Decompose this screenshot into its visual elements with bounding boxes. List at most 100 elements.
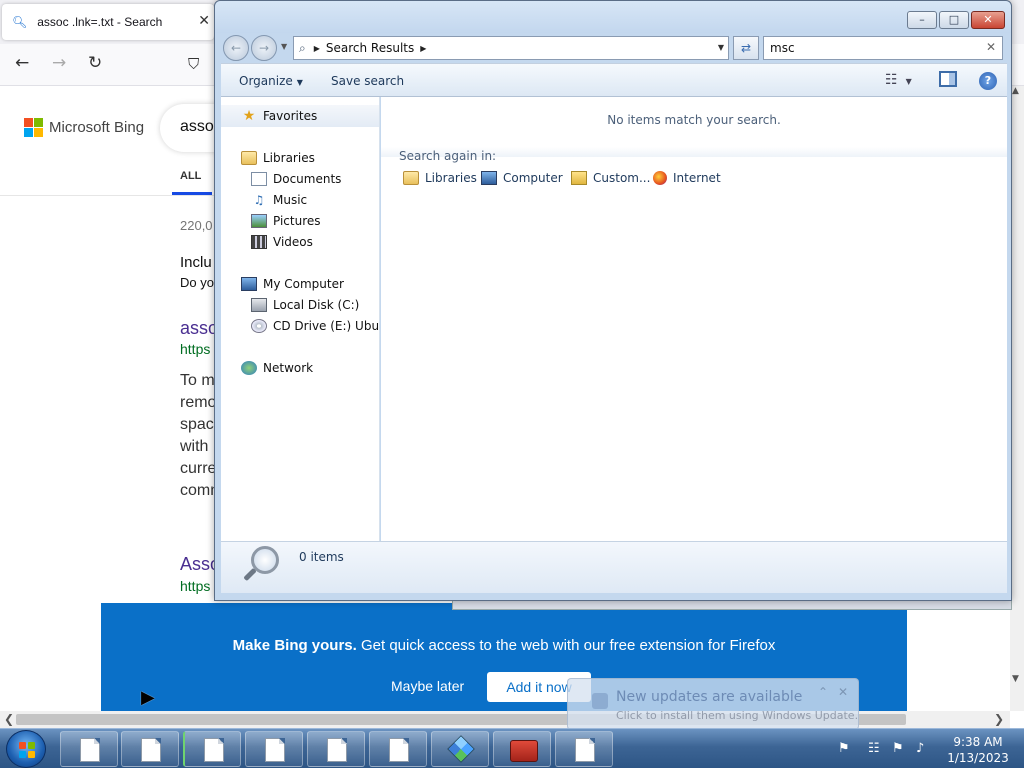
nav-pictures[interactable]: Pictures (251, 214, 321, 228)
recent-pages-dropdown-icon[interactable]: ▼ (281, 42, 287, 51)
title-bar[interactable]: – □ ✕ (215, 1, 1011, 33)
minimize-button[interactable]: – (907, 11, 937, 29)
nav-label: Music (273, 193, 308, 207)
scroll-down-icon[interactable]: ▼ (1012, 674, 1019, 684)
music-note-icon: ♫ (253, 193, 265, 207)
registry-editor-icon (447, 735, 475, 763)
help-icon[interactable]: ? (979, 72, 997, 90)
search-again-label: Search again in: (399, 149, 497, 163)
brand-name: Microsoft Bing (49, 119, 145, 136)
close-button[interactable]: ✕ (971, 11, 1005, 29)
notification-subtitle: Click to install them using Windows Upda… (616, 709, 859, 722)
banner-bold: Make Bing yours. (232, 637, 357, 654)
action-center-icon[interactable]: ⚑ (892, 741, 904, 756)
nav-label: Videos (273, 235, 313, 249)
clock-time: 9:38 AM (953, 735, 1003, 749)
forward-button[interactable]: → (251, 35, 277, 61)
update-notification[interactable]: New updates are available Click to insta… (567, 678, 859, 730)
nav-videos[interactable]: Videos (251, 235, 313, 249)
maybe-later-button[interactable]: Maybe later (391, 678, 464, 694)
result-2-url[interactable]: https (180, 578, 210, 594)
reload-icon[interactable]: ↻ (88, 53, 102, 73)
explorer-search-input[interactable]: msc ✕ (763, 36, 1003, 60)
nav-network[interactable]: Network (241, 361, 313, 375)
chevron-right-icon[interactable]: ▶ (420, 44, 426, 53)
organize-button[interactable]: Organize ▼ (239, 74, 303, 88)
toolbox-icon (510, 740, 538, 762)
library-icon (241, 151, 257, 165)
nav-documents[interactable]: Documents (251, 172, 341, 186)
command-bar: Organize ▼ Save search ☷ ▼ ? (221, 63, 1007, 97)
nav-local-disk[interactable]: Local Disk (C:) (251, 298, 359, 312)
no-items-message: No items match your search. (607, 113, 781, 127)
taskbar-item-2[interactable] (121, 731, 179, 767)
close-icon[interactable]: ✕ (838, 685, 848, 699)
document-icon (265, 738, 285, 762)
taskbar-item-6[interactable] (369, 731, 427, 767)
clear-search-icon[interactable]: ✕ (986, 40, 996, 54)
save-search-button[interactable]: Save search (331, 74, 404, 88)
nav-label: Network (263, 361, 314, 375)
nav-cd-drive[interactable]: CD Drive (E:) Ubuntu (251, 319, 380, 333)
windows-update-tray-icon[interactable]: ⚑ (838, 741, 850, 756)
vertical-scrollbar[interactable]: ▲ ▼ (1010, 86, 1024, 711)
document-icon (204, 738, 224, 762)
taskbar-item-toolbox[interactable] (493, 731, 551, 767)
back-button[interactable]: ← (223, 35, 249, 61)
document-icon (327, 738, 347, 762)
nav-label: Documents (273, 172, 342, 186)
result-1-url[interactable]: https (180, 341, 210, 357)
maximize-button[interactable]: □ (939, 11, 969, 29)
change-view-button[interactable]: ☷ ▼ (885, 72, 912, 88)
search-again-libraries[interactable]: Libraries (403, 171, 477, 185)
bing-logo[interactable]: Microsoft Bing (24, 118, 144, 137)
taskbar-item-1[interactable] (60, 731, 118, 767)
start-button[interactable] (6, 730, 46, 768)
nav-music[interactable]: ♫ Music (251, 193, 308, 207)
refresh-button[interactable]: ⇄ (733, 36, 759, 60)
taskbar-item-9[interactable] (555, 731, 613, 767)
search-again-custom[interactable]: Custom... (571, 171, 650, 185)
forward-arrow-icon[interactable]: → (52, 53, 66, 73)
notification-title: New updates are available (616, 689, 803, 705)
volume-icon[interactable]: ♪ (916, 741, 924, 756)
address-bar[interactable]: ⌕ ▶ Search Results ▶ ▼ (293, 36, 729, 60)
banner-text: Make Bing yours. Get quick access to the… (101, 637, 907, 654)
scroll-left-icon[interactable]: ❮ (4, 712, 14, 726)
taskbar-item-4[interactable] (245, 731, 303, 767)
search-again-internet[interactable]: Internet (653, 171, 721, 185)
back-arrow-icon[interactable]: ← (15, 53, 29, 73)
windows-update-icon (592, 693, 608, 709)
nav-label: Pictures (273, 214, 321, 228)
search-icon: 🔍︎ (12, 15, 28, 29)
scroll-right-icon[interactable]: ❯ (994, 712, 1004, 726)
items-count: 0 items (299, 550, 344, 564)
chevron-down-icon: ▼ (905, 77, 912, 86)
clock[interactable]: 9:38 AM 1/13/2023 (936, 734, 1020, 766)
tab-bing-search[interactable]: 🔍︎ assoc .lnk=.txt - Search ✕ (2, 4, 214, 40)
nav-libraries[interactable]: Libraries (241, 151, 315, 165)
windows-logo-icon (19, 742, 35, 758)
taskbar-item-5[interactable] (307, 731, 365, 767)
network-tray-icon[interactable]: ☷ (868, 741, 880, 756)
computer-icon (481, 171, 497, 185)
results-pane: No items match your search. Search again… (381, 97, 1007, 541)
search-again-computer[interactable]: Computer (481, 171, 563, 185)
taskbar: ⚑ ☷ ⚑ ♪ 9:38 AM 1/13/2023 (0, 728, 1024, 768)
close-tab-icon[interactable]: ✕ (198, 13, 210, 29)
shield-icon[interactable]: ⛉ (188, 55, 199, 73)
tab-all[interactable]: ALL (180, 170, 201, 182)
chevron-right-icon[interactable]: ▶ (314, 44, 320, 53)
address-dropdown-icon[interactable]: ▼ (718, 43, 724, 52)
breadcrumb-search-results[interactable]: Search Results (326, 41, 414, 55)
nav-label: CD Drive (E:) Ubuntu (273, 319, 380, 333)
navigation-pane: ★ Favorites Libraries Documents ♫ Music … (221, 97, 380, 541)
chevron-up-icon[interactable]: ⌃ (818, 685, 828, 699)
scroll-up-icon[interactable]: ▲ (1012, 86, 1019, 96)
preview-pane-icon[interactable] (939, 71, 957, 87)
taskbar-item-registry[interactable] (431, 731, 489, 767)
nav-favorites[interactable]: ★ Favorites (221, 105, 379, 127)
taskbar-item-3[interactable] (183, 731, 241, 767)
hard-drive-icon (251, 298, 267, 312)
nav-my-computer[interactable]: My Computer (241, 277, 344, 291)
